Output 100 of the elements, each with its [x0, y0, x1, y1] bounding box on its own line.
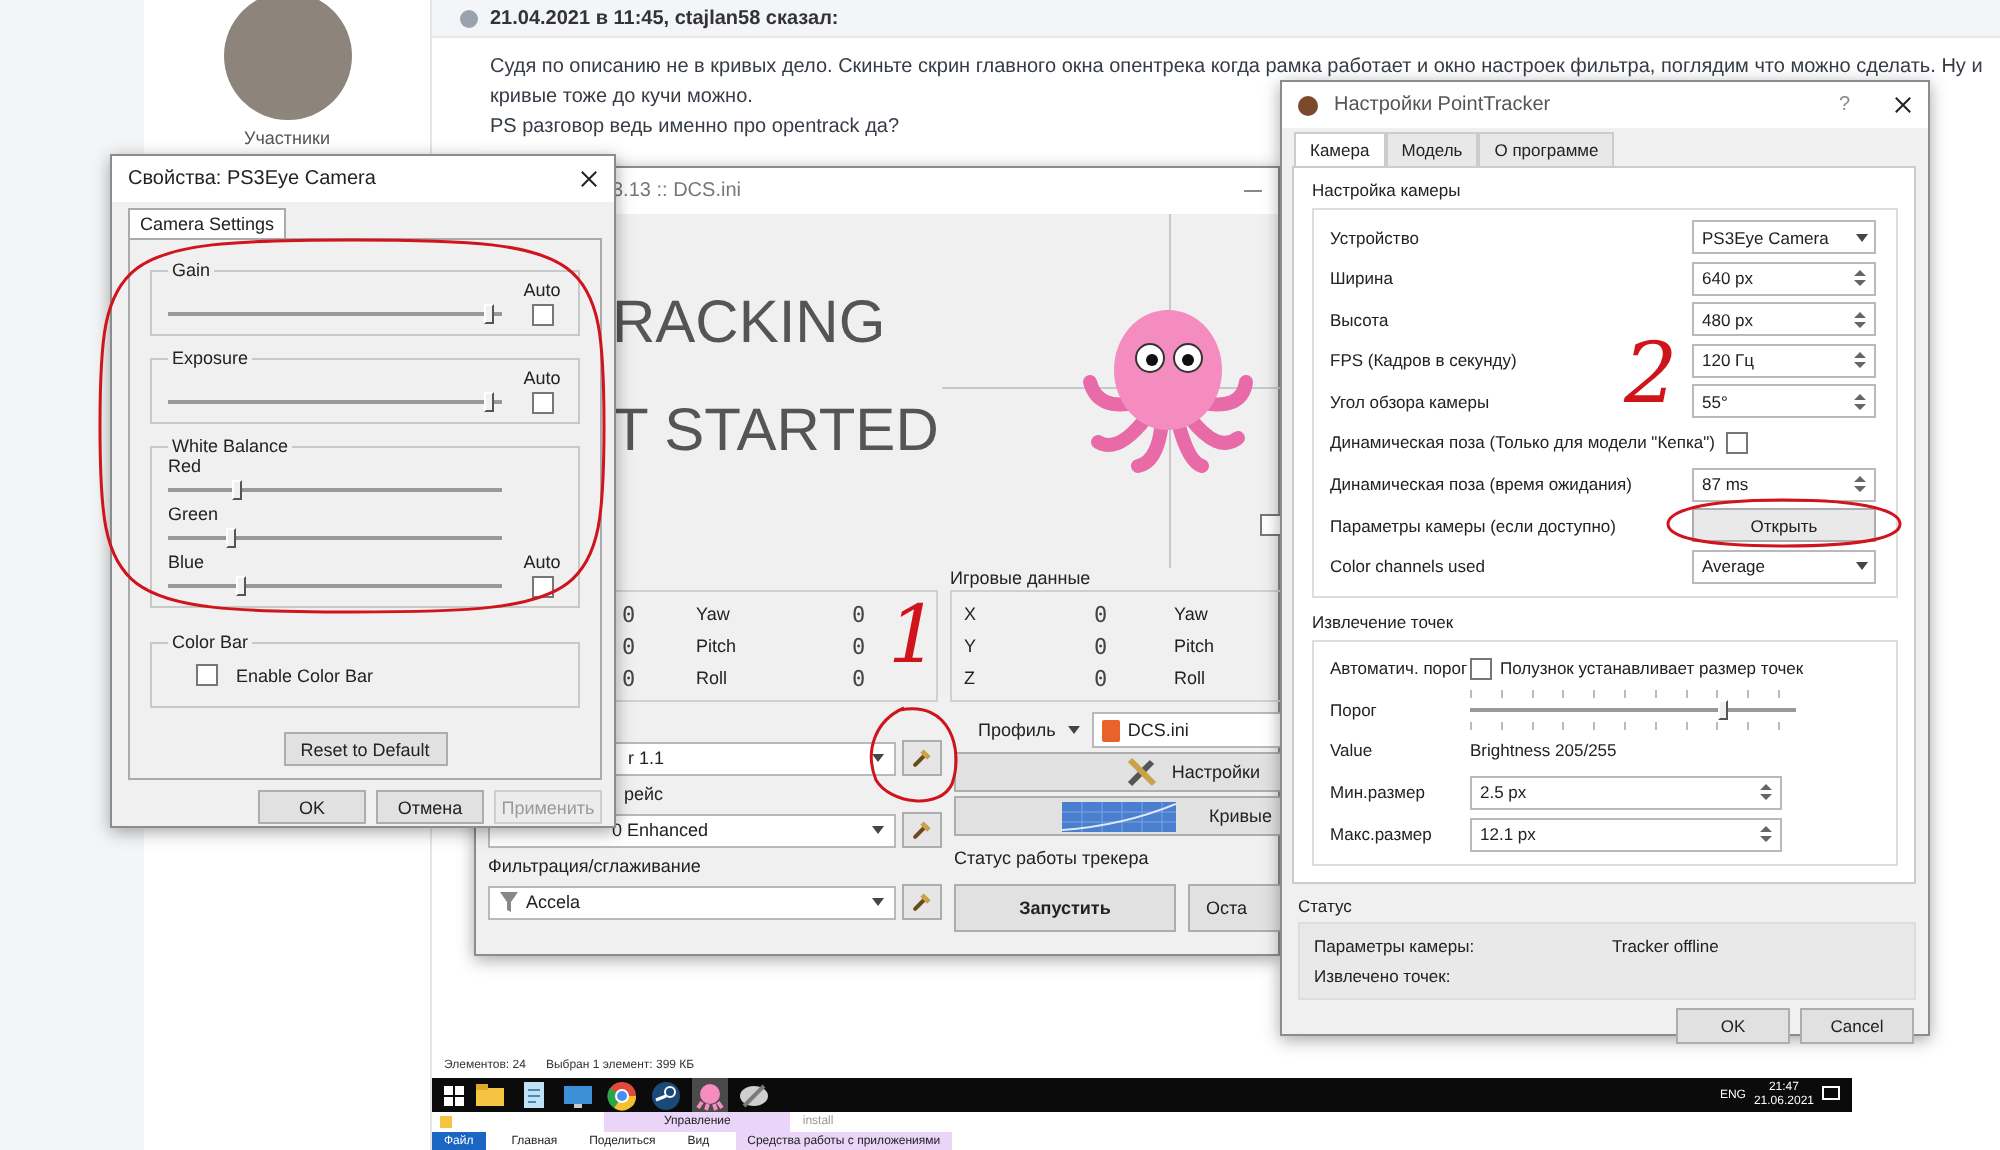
checkbox[interactable] [1726, 431, 1749, 454]
slider-thumb[interactable] [483, 304, 494, 324]
checkbox[interactable] [1470, 657, 1492, 680]
caret-icon [872, 898, 884, 906]
value-readout: 0 [852, 603, 868, 625]
status-label: Параметры камеры: [1314, 935, 1477, 956]
axis-label: Roll [696, 667, 730, 689]
spin-field[interactable]: 120 Гц [1692, 343, 1876, 378]
group-title: Color Bar [170, 632, 251, 652]
wrench-button[interactable] [902, 812, 942, 848]
tools-icon [1123, 754, 1160, 790]
slider-label: Blue [168, 552, 207, 572]
dropdown-field[interactable]: PS3Eye Camera [1692, 220, 1876, 254]
value-readout: 0 [1094, 667, 1110, 689]
field-label: FPS (Кадров в секунду) [1330, 350, 1519, 371]
value-text: Brightness 205/255 [1470, 740, 1619, 761]
tab[interactable]: Камера [1294, 132, 1386, 166]
field-label: Параметры камеры (если доступно) [1330, 515, 1618, 536]
spin-field[interactable]: 2.5 px [1470, 775, 1782, 810]
auto-label: Auto [523, 368, 561, 388]
annotation-number: 1 [888, 596, 939, 676]
post-text-line: Судя по описанию не в кривых дело. Скиньте скрин главного окна опентрека когда рамка работает и окно настроек фильтра, поглядим что можно сделать. Ну и [490, 56, 1983, 80]
window-title: Свойства: PS3Eye Camera [128, 168, 378, 190]
slider-thumb[interactable] [225, 528, 236, 548]
tab[interactable]: Camera Settings [128, 208, 287, 238]
field-label: рейс [624, 782, 664, 808]
panel-title: Игровые данные [950, 568, 1091, 590]
spin-arrows-icon[interactable] [1758, 780, 1774, 805]
user-group-label: Участники [244, 128, 330, 148]
slider-thumb[interactable] [1718, 699, 1729, 720]
taskbar-app-icon[interactable] [648, 1078, 684, 1112]
help-button[interactable]: ? [1838, 94, 1850, 116]
curve-graph-icon [1062, 801, 1177, 831]
checkbox[interactable] [1260, 514, 1282, 536]
field-label: Устройство [1330, 227, 1421, 247]
axis-label: Yaw [1174, 603, 1210, 625]
start-button[interactable]: Запустить [954, 884, 1176, 932]
group-title: Exposure [170, 348, 251, 368]
spin-arrows-icon[interactable] [1852, 266, 1868, 291]
close-icon[interactable] [1894, 96, 1912, 114]
spin-field[interactable]: 12.1 px [1470, 817, 1782, 852]
caret-icon [872, 826, 884, 834]
dialog-button[interactable]: OK [1676, 1007, 1790, 1044]
section-label: Статус работы трекера [954, 846, 1149, 872]
tab[interactable]: Модель [1385, 132, 1479, 166]
spin-field[interactable]: 480 px [1692, 302, 1876, 337]
spin-arrows-icon[interactable] [1758, 822, 1774, 847]
notification-icon[interactable] [1822, 1086, 1840, 1104]
slider-thumb[interactable] [232, 480, 243, 500]
field-label: Фильтрация/сглаживание [488, 854, 701, 880]
slider-label: Red [168, 456, 204, 476]
spin-field[interactable]: 640 px [1692, 261, 1876, 296]
minimize-icon[interactable] [1244, 188, 1262, 194]
dialog-button[interactable]: OK [258, 790, 366, 824]
spin-arrows-icon[interactable] [1852, 472, 1868, 497]
group-title: Gain [170, 260, 213, 280]
reset-button[interactable]: Reset to Default [283, 732, 447, 766]
field-label: Мин.размер [1330, 782, 1427, 803]
section-title: Извлечение точек [1312, 611, 1456, 632]
window-title: Настройки PointTracker [1334, 94, 1553, 116]
annotation-number: 2 [1624, 332, 1678, 416]
spin-field[interactable]: 55° [1692, 384, 1876, 419]
checkbox[interactable] [196, 664, 218, 686]
wrench-icon [910, 818, 934, 842]
caret-icon [872, 754, 884, 762]
spin-arrows-icon[interactable] [1852, 348, 1868, 373]
slider-thumb[interactable] [235, 576, 246, 596]
spin-arrows-icon[interactable] [1852, 307, 1868, 332]
taskbar-app-icon[interactable] [604, 1078, 640, 1112]
tab[interactable]: О программе [1478, 132, 1615, 166]
checkbox[interactable] [531, 576, 553, 598]
section-title: Статус [1296, 893, 1354, 920]
spin-arrows-icon[interactable] [1852, 389, 1868, 414]
caret-icon [1856, 233, 1868, 241]
checkbox-label: Полузнок устанавливает размер точек [1500, 658, 1804, 679]
status-value: Tracker offline [1612, 935, 1721, 956]
axis-label: Z [964, 667, 977, 689]
close-icon[interactable] [580, 170, 598, 188]
checkbox[interactable] [531, 392, 553, 414]
dialog-button[interactable]: Cancel [1800, 1007, 1914, 1044]
taskbar-app-icon[interactable] [472, 1078, 508, 1112]
wrench-button[interactable] [902, 740, 942, 776]
field-label: Порог [1330, 699, 1379, 720]
checkbox[interactable] [531, 304, 553, 326]
value-readout: 0 [852, 667, 868, 689]
axis-label: Roll [1174, 667, 1208, 689]
slider-thumb[interactable] [483, 392, 494, 412]
axis-label: Pitch [1174, 635, 1217, 657]
wrench-button[interactable] [902, 884, 942, 920]
open-button[interactable]: Открыть [1692, 508, 1876, 543]
spin-field[interactable]: 87 ms [1692, 467, 1876, 502]
filter-select[interactable]: Accela [488, 885, 896, 919]
app-icon [1298, 95, 1318, 115]
caret-icon [1856, 562, 1868, 571]
start-icon[interactable] [444, 1085, 464, 1105]
dropdown-field[interactable]: Average [1692, 549, 1876, 584]
status-label: Извлечено точек: [1314, 965, 1453, 986]
dialog-button[interactable]: Отмена [376, 790, 484, 824]
axis-label: Y [964, 635, 979, 657]
wrench-icon [910, 746, 934, 770]
